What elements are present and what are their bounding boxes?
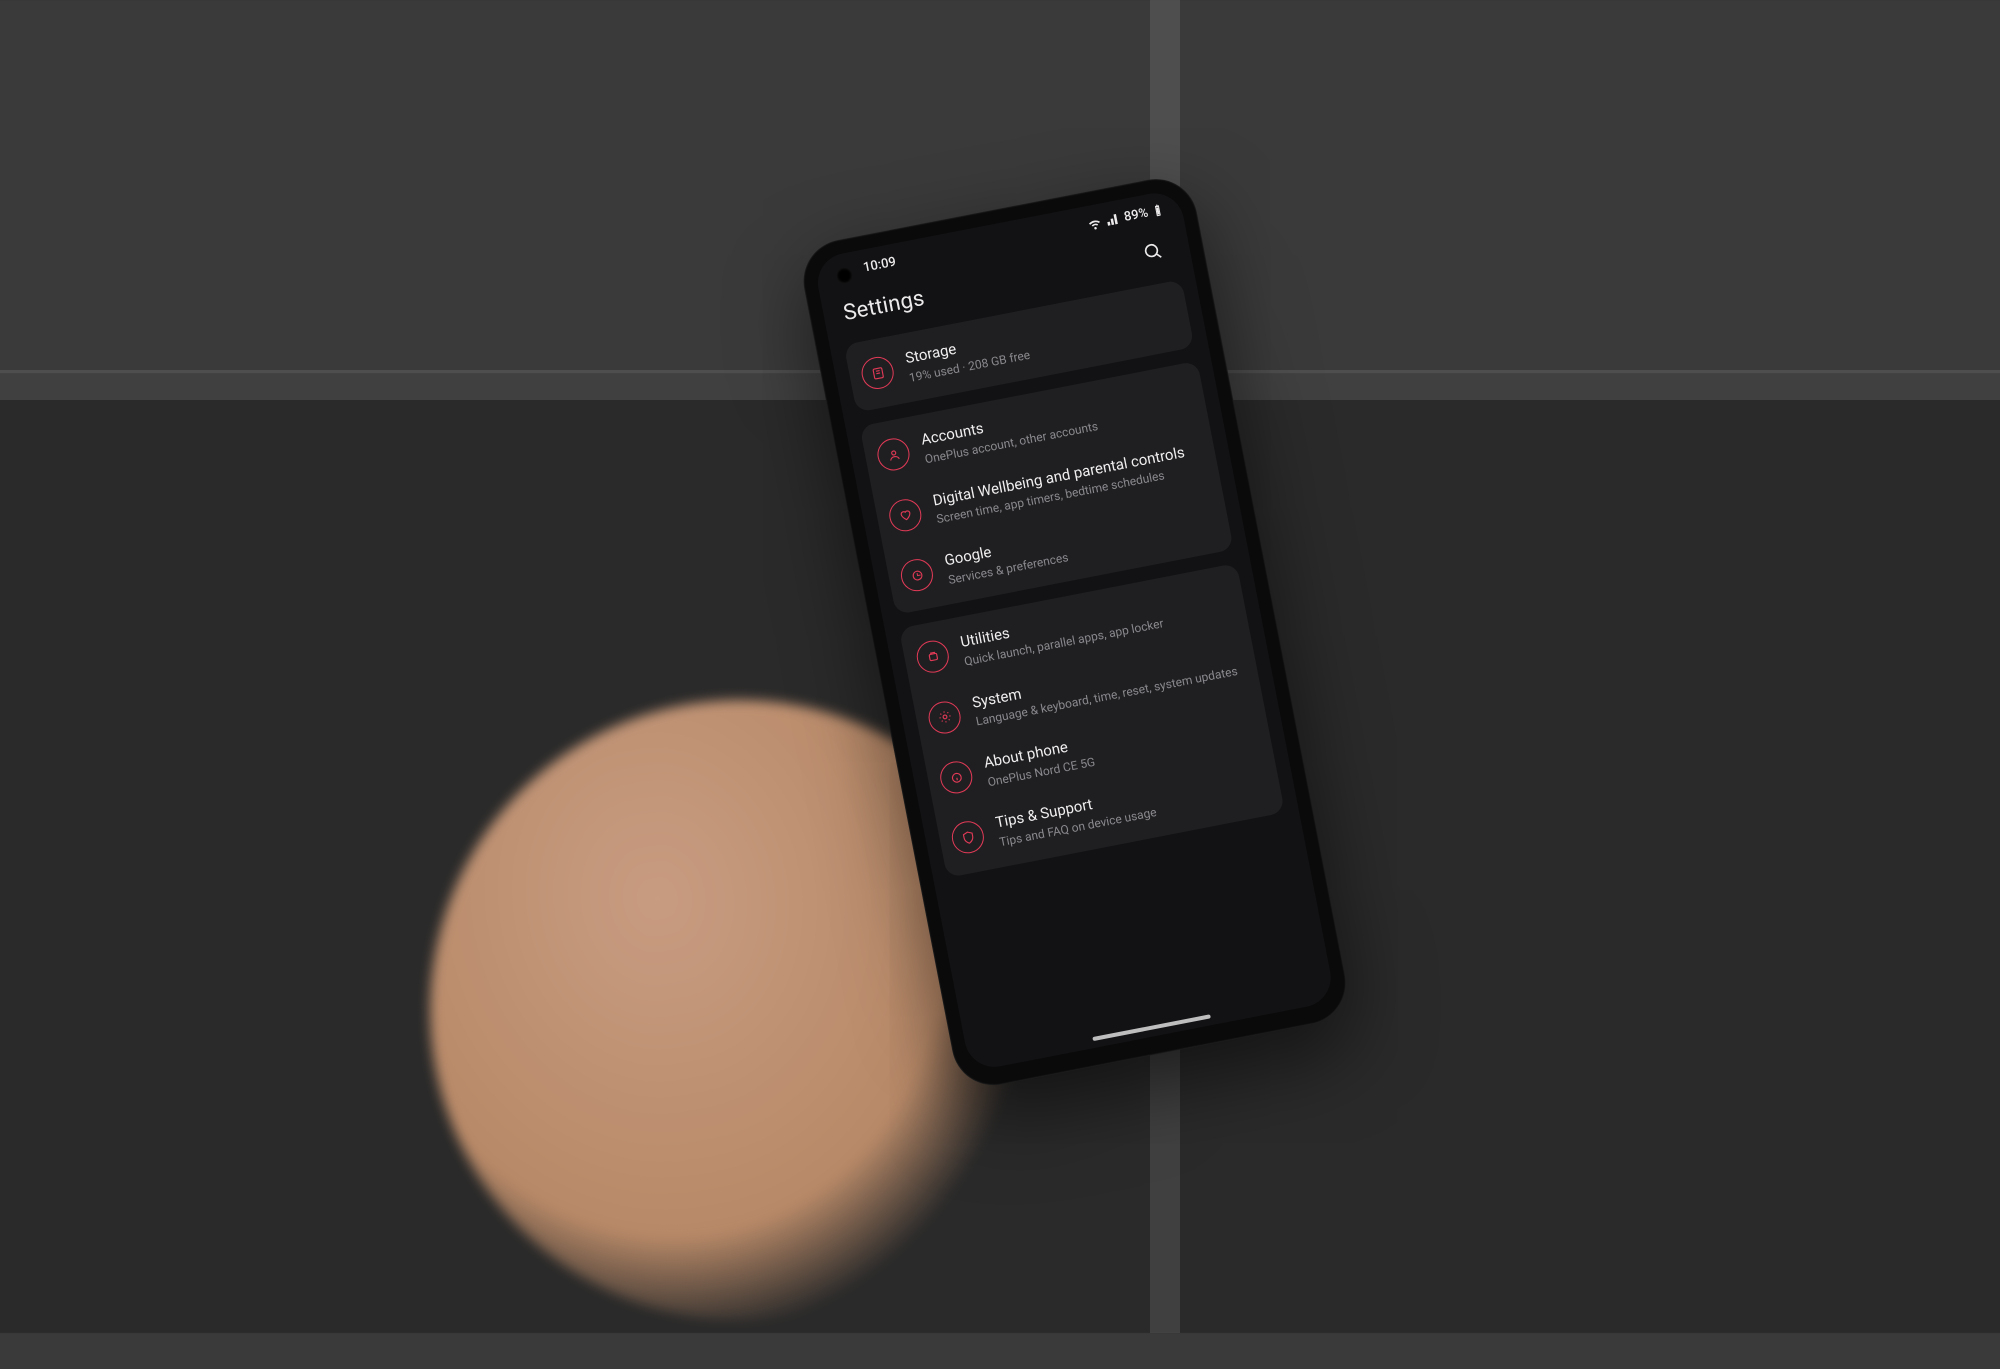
signal-icon [1104,210,1122,228]
wifi-icon [1085,214,1103,232]
phone-frame: 10:09 89% Settings [796,171,1353,1092]
settings-list: Storage 19% used · 208 GB free Accounts … [830,276,1336,1071]
status-time: 10:09 [862,254,897,275]
wellbeing-icon [886,496,924,534]
phone-screen: 10:09 89% Settings [813,188,1336,1072]
google-icon [898,556,936,594]
status-battery-text: 89% [1123,205,1150,224]
page-title: Settings [841,285,926,325]
system-icon [926,698,964,736]
search-button[interactable] [1133,233,1173,273]
utilities-icon [914,638,952,676]
settings-group: Utilities Quick launch, parallel apps, a… [899,563,1285,877]
battery-icon [1150,201,1165,219]
storage-icon [859,354,897,392]
tips-icon [949,818,987,856]
search-icon [1141,239,1165,266]
accounts-icon [875,435,913,473]
about-icon [938,758,976,796]
